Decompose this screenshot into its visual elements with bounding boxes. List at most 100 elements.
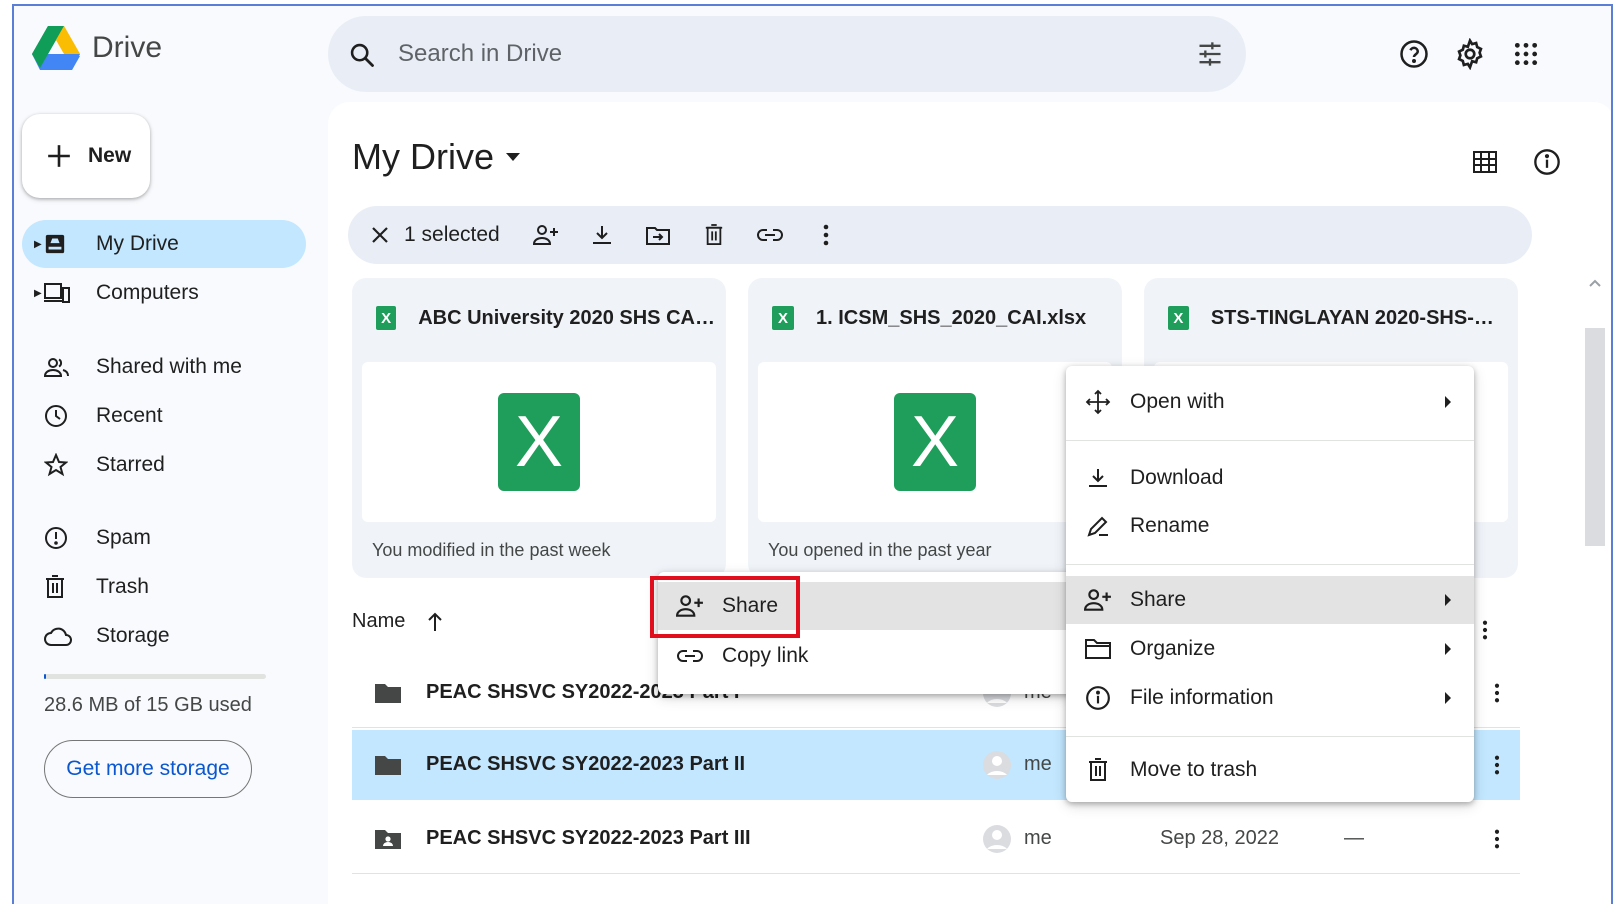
star-icon — [44, 453, 74, 477]
apps-grid-icon[interactable] — [1506, 34, 1546, 74]
search-bar — [328, 16, 1246, 92]
sidebar-item-starred[interactable]: Starred — [22, 441, 306, 489]
sidebar-item-storage[interactable]: Storage — [22, 612, 306, 660]
submenu-arrow-icon — [1444, 395, 1452, 409]
menu-item-organize[interactable]: Organize — [1066, 625, 1474, 673]
expand-caret-icon[interactable]: ▶ — [22, 288, 42, 299]
menu-item-rename[interactable]: Rename — [1066, 502, 1474, 550]
list-options-more-icon[interactable] — [1482, 620, 1488, 640]
cloud-icon — [44, 625, 74, 647]
folder-icon — [374, 754, 404, 776]
info-icon[interactable] — [1527, 142, 1567, 182]
row-more-actions-icon[interactable] — [1494, 829, 1500, 849]
clear-selection-close-icon[interactable] — [360, 215, 400, 255]
menu-item-download[interactable]: Download — [1066, 454, 1474, 502]
storage-usage-fill — [44, 674, 46, 679]
clock-icon — [44, 404, 74, 428]
row-file-name: PEAC SHSVC SY2022-2023 Part III — [426, 827, 751, 849]
file-list-row[interactable]: PEAC SHSVC SY2022-2023 Part III me Sep 2… — [352, 804, 1520, 874]
search-input[interactable] — [398, 34, 1158, 74]
card-file-name: 1. ICSM_SHS_2020_CAI.xlsx — [816, 306, 1087, 329]
sidebar-item-trash[interactable]: Trash — [22, 563, 306, 611]
my-drive-icon — [44, 233, 74, 255]
menu-divider — [1066, 440, 1474, 441]
submenu-copy-link-item[interactable]: Copy link — [658, 632, 1076, 680]
card-header: X STS-TINGLAYAN 2020-SHS-CAI... — [1168, 306, 1508, 330]
settings-gear-icon[interactable] — [1450, 34, 1490, 74]
card-header: X 1. ICSM_SHS_2020_CAI.xlsx — [772, 306, 1112, 330]
view-controls — [1465, 142, 1567, 182]
submenu-copy-link-label: Copy link — [722, 644, 809, 667]
top-right-icons — [1394, 34, 1546, 74]
new-button[interactable]: New — [22, 114, 150, 198]
sidebar-item-label: Spam — [96, 526, 151, 549]
computers-icon — [44, 282, 74, 304]
scroll-up-icon[interactable] — [1588, 278, 1602, 288]
sort-ascending-arrow-icon[interactable] — [427, 612, 443, 632]
menu-item-file-information[interactable]: File information — [1066, 674, 1474, 722]
row-owner: me — [982, 824, 1052, 854]
sidebar-item-label: Starred — [96, 453, 165, 476]
info-icon — [1084, 685, 1112, 711]
search-options-icon[interactable] — [1196, 40, 1224, 68]
card-file-name: STS-TINGLAYAN 2020-SHS-CAI... — [1210, 306, 1508, 329]
row-file-size: — — [1344, 827, 1364, 849]
rename-pencil-icon — [1084, 514, 1112, 538]
card-thumbnail: X — [758, 362, 1112, 522]
search-icon[interactable] — [348, 41, 376, 69]
column-name-label: Name — [352, 610, 406, 632]
move-to-folder-icon[interactable] — [630, 215, 686, 255]
sidebar-item-spam[interactable]: Spam — [22, 514, 306, 562]
sidebar-item-recent[interactable]: Recent — [22, 392, 306, 440]
menu-item-label: Rename — [1130, 514, 1210, 537]
link-icon — [676, 649, 704, 663]
delete-trash-icon[interactable] — [686, 215, 742, 255]
row-more-actions-icon[interactable] — [1494, 755, 1500, 775]
plus-icon — [48, 145, 70, 167]
download-icon[interactable] — [574, 215, 630, 255]
share-add-person-icon — [1084, 588, 1112, 612]
menu-item-open-with[interactable]: Open with — [1066, 378, 1474, 426]
sidebar-item-computers[interactable]: ▶ Computers — [22, 269, 306, 317]
copy-link-icon[interactable] — [742, 215, 798, 255]
menu-item-share[interactable]: Share — [1066, 576, 1474, 624]
drive-logo-icon — [32, 26, 80, 70]
drive-logo[interactable]: Drive — [32, 26, 162, 70]
new-button-label: New — [88, 144, 132, 167]
menu-item-label: Open with — [1130, 390, 1225, 413]
submenu-arrow-icon — [1444, 691, 1452, 705]
menu-item-label: File information — [1130, 686, 1274, 709]
menu-item-label: Share — [1130, 588, 1187, 611]
list-header-name[interactable]: Name — [352, 610, 443, 633]
suggested-file-card[interactable]: X ABC University 2020 SHS CAI (S... X Yo… — [352, 278, 726, 578]
row-more-actions-icon[interactable] — [1494, 683, 1500, 703]
card-activity-text: You modified in the past week — [372, 540, 611, 560]
menu-item-move-to-trash[interactable]: Move to trash — [1066, 746, 1474, 794]
shared-folder-icon — [374, 828, 404, 850]
help-icon[interactable] — [1394, 34, 1434, 74]
excel-file-icon: X — [1168, 306, 1189, 330]
shared-people-icon — [44, 356, 74, 378]
more-actions-icon[interactable] — [798, 215, 854, 255]
menu-item-label: Download — [1130, 466, 1224, 489]
annotation-highlight-box — [650, 576, 800, 638]
excel-file-icon: X — [772, 306, 794, 330]
page-title[interactable]: My Drive — [352, 136, 520, 178]
excel-logo-icon: X — [498, 393, 580, 491]
sidebar-item-shared-with-me[interactable]: Shared with me — [22, 343, 306, 391]
get-more-storage-button[interactable]: Get more storage — [44, 740, 252, 798]
folder-open-icon — [1084, 638, 1112, 660]
card-thumbnail: X — [362, 362, 716, 522]
excel-file-icon: X — [376, 306, 397, 330]
grid-view-icon[interactable] — [1465, 142, 1505, 182]
download-icon — [1084, 467, 1112, 489]
sidebar-item-my-drive[interactable]: ▶ My Drive — [22, 220, 306, 268]
expand-caret-icon[interactable]: ▶ — [22, 239, 42, 250]
card-header: X ABC University 2020 SHS CAI (S... — [376, 306, 716, 330]
row-modified-date: Sep 28, 2022 — [1160, 827, 1279, 849]
app-name: Drive — [92, 31, 163, 64]
card-file-name: ABC University 2020 SHS CAI (S... — [418, 306, 716, 329]
share-add-person-icon[interactable] — [518, 215, 574, 255]
context-menu: Open with Download Rename Share Organize… — [1066, 366, 1474, 802]
scrollbar-thumb[interactable] — [1585, 328, 1605, 546]
